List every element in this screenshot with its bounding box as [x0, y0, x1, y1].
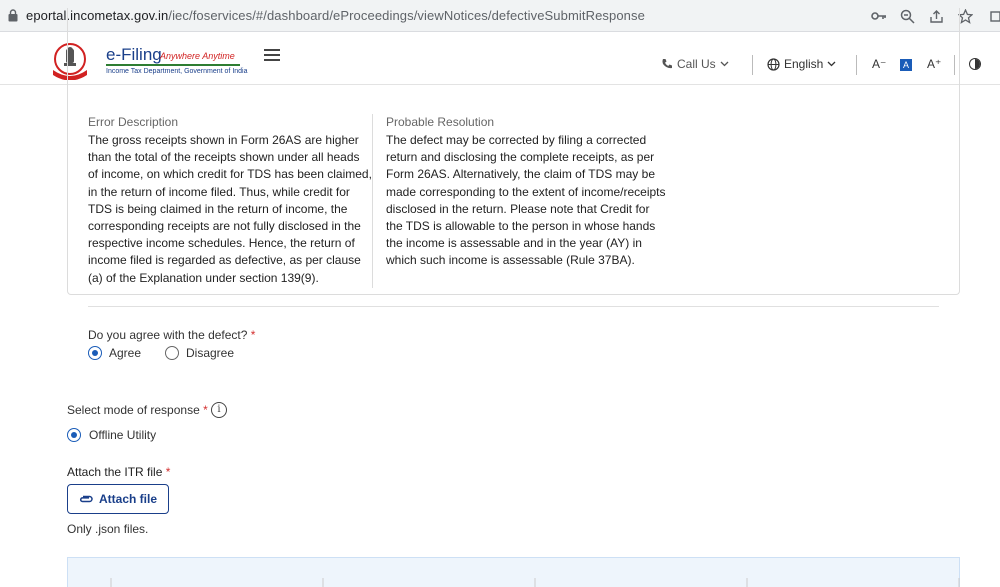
column-divider [372, 114, 373, 288]
offline-utility-radio[interactable] [67, 428, 81, 442]
attach-file-label: Attach file [98, 492, 157, 506]
required-asterisk: * [203, 403, 208, 417]
section-divider [88, 306, 939, 307]
probable-resolution-heading: Probable Resolution [386, 115, 495, 129]
agree-question-label: Do you agree with the defect? * [88, 328, 256, 342]
agree-label[interactable]: Agree [109, 346, 141, 360]
error-description-text: The gross receipts shown in Form 26AS ar… [88, 133, 372, 285]
contrast-toggle-icon[interactable] [969, 58, 981, 70]
disagree-radio[interactable] [165, 346, 179, 360]
probable-resolution-text: The defect may be corrected by filing a … [386, 133, 666, 268]
footer-edge [110, 578, 960, 587]
error-description-heading: Error Description [88, 115, 179, 129]
file-type-hint: Only .json files. [67, 522, 149, 536]
paperclip-icon [79, 495, 93, 503]
response-mode-label: Select mode of response * [67, 403, 208, 417]
required-asterisk: * [250, 328, 256, 342]
attach-itr-label: Attach the ITR file * [67, 465, 171, 479]
offline-utility-label[interactable]: Offline Utility [89, 428, 156, 442]
extension-icon[interactable] [988, 7, 1000, 25]
lock-icon [8, 9, 18, 22]
agree-radio[interactable] [88, 346, 102, 360]
info-icon[interactable]: i [211, 402, 227, 418]
disagree-label[interactable]: Disagree [186, 346, 234, 360]
required-asterisk: * [165, 465, 171, 479]
attach-file-button[interactable]: Attach file [67, 484, 169, 514]
